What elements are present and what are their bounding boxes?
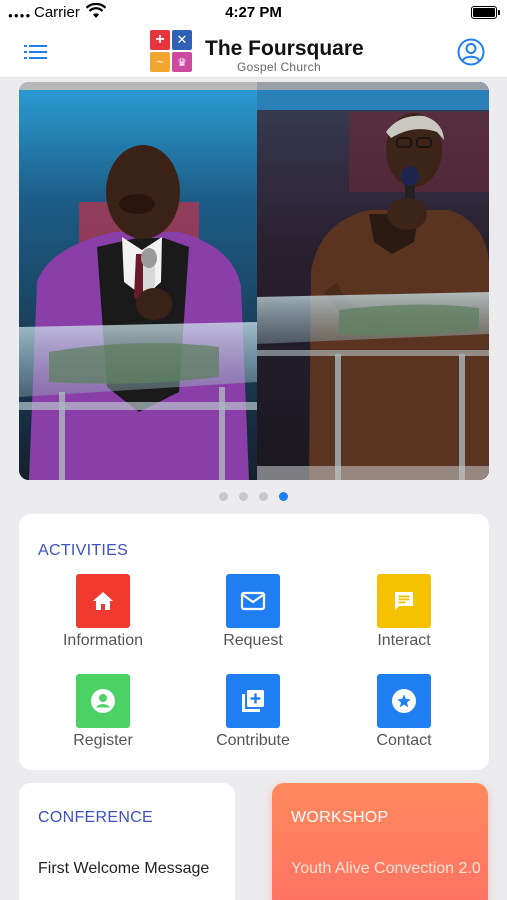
activity-register[interactable]: Register: [28, 674, 178, 750]
carousel-dot[interactable]: [259, 492, 268, 501]
clock: 4:27 PM: [225, 4, 282, 21]
user-circle-icon[interactable]: [457, 38, 485, 66]
battery-icon: [471, 6, 500, 19]
activity-label: Register: [73, 732, 133, 749]
add-box-icon: [226, 674, 280, 728]
activity-information[interactable]: Information: [28, 574, 178, 650]
list-menu-icon[interactable]: [20, 40, 52, 64]
workshop-card[interactable]: WORKSHOP Youth Alive Convection 2.0: [272, 783, 488, 900]
activities-title: ACTIVITIES: [38, 542, 129, 559]
activity-label: Contact: [376, 732, 432, 749]
conference-text: First Welcome Message: [38, 860, 210, 877]
activity-contact[interactable]: Contact: [329, 674, 479, 750]
activity-request[interactable]: Request: [178, 574, 328, 650]
conference-card[interactable]: CONFERENCE First Welcome Message: [19, 783, 235, 900]
carousel-pagination: [0, 492, 507, 501]
brand-subtitle: Gospel Church: [237, 60, 321, 74]
conference-title: CONFERENCE: [38, 809, 154, 826]
activity-label: Interact: [377, 632, 431, 649]
image-carousel[interactable]: [19, 82, 489, 480]
account-circle-icon: [76, 674, 130, 728]
workshop-text: Youth Alive Convection 2.0: [291, 860, 481, 877]
church-logo: + ✕ ~ ♛: [150, 30, 192, 72]
activity-interact[interactable]: Interact: [329, 574, 479, 650]
brand-title: The Foursquare: [205, 37, 364, 60]
activities-card: ACTIVITIES Information Request Interact …: [19, 514, 489, 770]
carousel-slide-image: [19, 82, 489, 480]
mail-icon: [226, 574, 280, 628]
home-icon: [76, 574, 130, 628]
activity-label: Request: [223, 632, 283, 649]
carousel-dot[interactable]: [239, 492, 248, 501]
carousel-dot[interactable]: [219, 492, 228, 501]
chat-icon: [377, 574, 431, 628]
app-header: + ✕ ~ ♛ The Foursquare Gospel Church: [0, 26, 507, 78]
status-bar: ●●●● Carrier 4:27 PM: [0, 0, 507, 26]
carousel-dot-active[interactable]: [279, 492, 288, 501]
activity-contribute[interactable]: Contribute: [178, 674, 328, 750]
star-circle-icon: [377, 674, 431, 728]
activity-label: Contribute: [216, 732, 290, 749]
activity-label: Information: [62, 632, 144, 649]
workshop-title: WORKSHOP: [291, 809, 389, 826]
